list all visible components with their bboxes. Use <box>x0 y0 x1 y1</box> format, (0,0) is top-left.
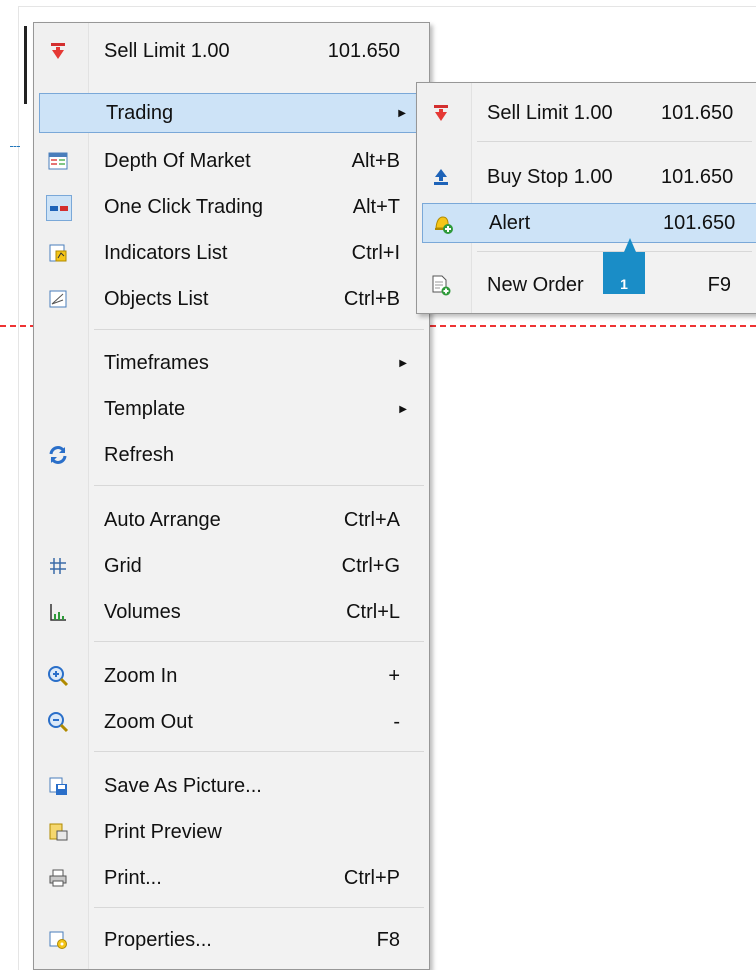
menu-item-zoom-out[interactable]: Zoom Out - <box>38 702 425 742</box>
submenu-item-value: 101.650 <box>663 211 736 234</box>
callout-marker-tip <box>624 238 636 252</box>
menu-item-label: Zoom In <box>104 664 178 687</box>
menu-item-label: Template <box>104 397 186 420</box>
submenu-arrow-icon: ▶ <box>399 403 407 415</box>
zoom-out-icon <box>46 710 70 734</box>
menu-item-shortcut: - <box>393 710 400 733</box>
menu-separator <box>94 641 424 642</box>
menu-item-volumes[interactable]: Volumes Ctrl+L <box>38 592 425 632</box>
menu-item-shortcut: Ctrl+A <box>343 508 400 531</box>
menu-item-one-click-trading[interactable]: One Click Trading Alt+T <box>38 187 425 227</box>
menu-item-shortcut: Ctrl+L <box>346 600 400 623</box>
menu-item-trading[interactable]: Trading ▶ <box>39 93 425 133</box>
properties-icon <box>46 928 70 952</box>
menu-item-refresh[interactable]: Refresh <box>38 435 425 475</box>
chart-context-menu: Sell Limit 1.00 101.650 Trading ▶ Depth … <box>33 22 430 970</box>
menu-item-label: Save As Picture... <box>104 774 262 797</box>
objects-list-icon <box>46 287 70 311</box>
menu-item-template[interactable]: Template ▶ <box>38 389 425 429</box>
submenu-item-sell-limit[interactable]: Sell Limit 1.00 101.650 <box>421 93 756 133</box>
chart-candle <box>24 26 27 104</box>
submenu-arrow-icon: ▶ <box>398 107 406 119</box>
menu-item-depth-of-market[interactable]: Depth Of Market Alt+B <box>38 141 425 181</box>
menu-item-label: Refresh <box>104 443 175 466</box>
trading-submenu: Sell Limit 1.00 101.650 Buy Stop 1.00 10… <box>416 82 756 314</box>
menu-item-label: Sell Limit 1.00 <box>104 39 230 62</box>
menu-item-sell-limit[interactable]: Sell Limit 1.00 101.650 <box>38 31 425 71</box>
new-order-icon <box>429 273 453 297</box>
submenu-item-new-order[interactable]: New Order F9 <box>421 265 756 305</box>
menu-item-indicators-list[interactable]: Indicators List Ctrl+I <box>38 233 425 273</box>
menu-item-label: Objects List <box>104 287 209 310</box>
menu-item-shortcut: Ctrl+P <box>343 866 400 889</box>
menu-item-print[interactable]: Print... Ctrl+P <box>38 858 425 898</box>
menu-item-label: One Click Trading <box>104 195 263 218</box>
menu-item-label: Properties... <box>104 928 212 951</box>
callout-marker: 1 <box>603 252 645 294</box>
menu-item-shortcut: Ctrl+G <box>341 554 400 577</box>
submenu-item-value: 101.650 <box>661 101 734 124</box>
menu-item-label: Trading <box>106 101 174 124</box>
submenu-item-label: Sell Limit 1.00 <box>487 101 613 124</box>
menu-item-label: Grid <box>104 554 142 577</box>
menu-item-auto-arrange[interactable]: Auto Arrange Ctrl+A <box>38 500 425 540</box>
volumes-icon <box>46 600 70 624</box>
submenu-item-label: Alert <box>489 211 531 234</box>
menu-item-shortcut: Ctrl+I <box>351 241 400 264</box>
submenu-item-value: F9 <box>707 273 731 296</box>
menu-separator <box>94 751 424 752</box>
submenu-arrow-icon: ▶ <box>399 357 407 369</box>
save-picture-icon <box>46 774 70 798</box>
menu-item-shortcut: Alt+B <box>351 149 400 172</box>
menu-item-grid[interactable]: Grid Ctrl+G <box>38 546 425 586</box>
submenu-item-label: New Order <box>487 273 584 296</box>
menu-item-shortcut: Ctrl+B <box>343 287 400 310</box>
depth-of-market-icon <box>46 149 70 173</box>
submenu-item-buy-stop[interactable]: Buy Stop 1.00 101.650 <box>421 157 756 197</box>
menu-item-label: Timeframes <box>104 351 209 374</box>
chart-level-line <box>10 146 20 147</box>
menu-item-timeframes[interactable]: Timeframes ▶ <box>38 343 425 383</box>
print-preview-icon <box>46 820 70 844</box>
menu-separator <box>94 329 424 330</box>
printer-icon <box>46 866 70 890</box>
menu-item-save-as-picture[interactable]: Save As Picture... <box>38 766 425 806</box>
submenu-item-label: Buy Stop 1.00 <box>487 165 613 188</box>
menu-item-label: Indicators List <box>104 241 228 264</box>
refresh-icon <box>46 443 70 467</box>
zoom-in-icon <box>46 664 70 688</box>
alert-bell-icon <box>431 212 455 236</box>
submenu-item-value: 101.650 <box>661 165 734 188</box>
one-click-trading-icon <box>46 195 72 221</box>
menu-separator <box>94 907 424 908</box>
menu-item-label: Auto Arrange <box>104 508 221 531</box>
menu-item-label: Zoom Out <box>104 710 193 733</box>
menu-item-label: Volumes <box>104 600 181 623</box>
indicators-list-icon <box>46 241 70 265</box>
menu-item-shortcut: F8 <box>376 928 400 951</box>
sell-arrow-icon <box>429 101 453 125</box>
menu-item-shortcut: + <box>388 664 400 687</box>
menu-separator <box>94 485 424 486</box>
menu-item-print-preview[interactable]: Print Preview <box>38 812 425 852</box>
menu-item-objects-list[interactable]: Objects List Ctrl+B <box>38 279 425 319</box>
sell-arrow-icon <box>46 39 70 63</box>
menu-separator <box>477 141 752 142</box>
grid-icon <box>46 554 70 578</box>
menu-item-zoom-in[interactable]: Zoom In + <box>38 656 425 696</box>
chart-border-left <box>18 6 19 970</box>
menu-item-label: Print Preview <box>104 820 222 843</box>
submenu-item-alert[interactable]: Alert 101.650 <box>422 203 756 243</box>
chart-border-top <box>18 6 756 7</box>
menu-item-shortcut: Alt+T <box>352 195 400 218</box>
menu-item-label: Print... <box>104 866 162 889</box>
menu-item-properties[interactable]: Properties... F8 <box>38 920 425 960</box>
buy-arrow-icon <box>429 165 453 189</box>
menu-item-shortcut: 101.650 <box>327 39 400 62</box>
menu-item-label: Depth Of Market <box>104 149 251 172</box>
